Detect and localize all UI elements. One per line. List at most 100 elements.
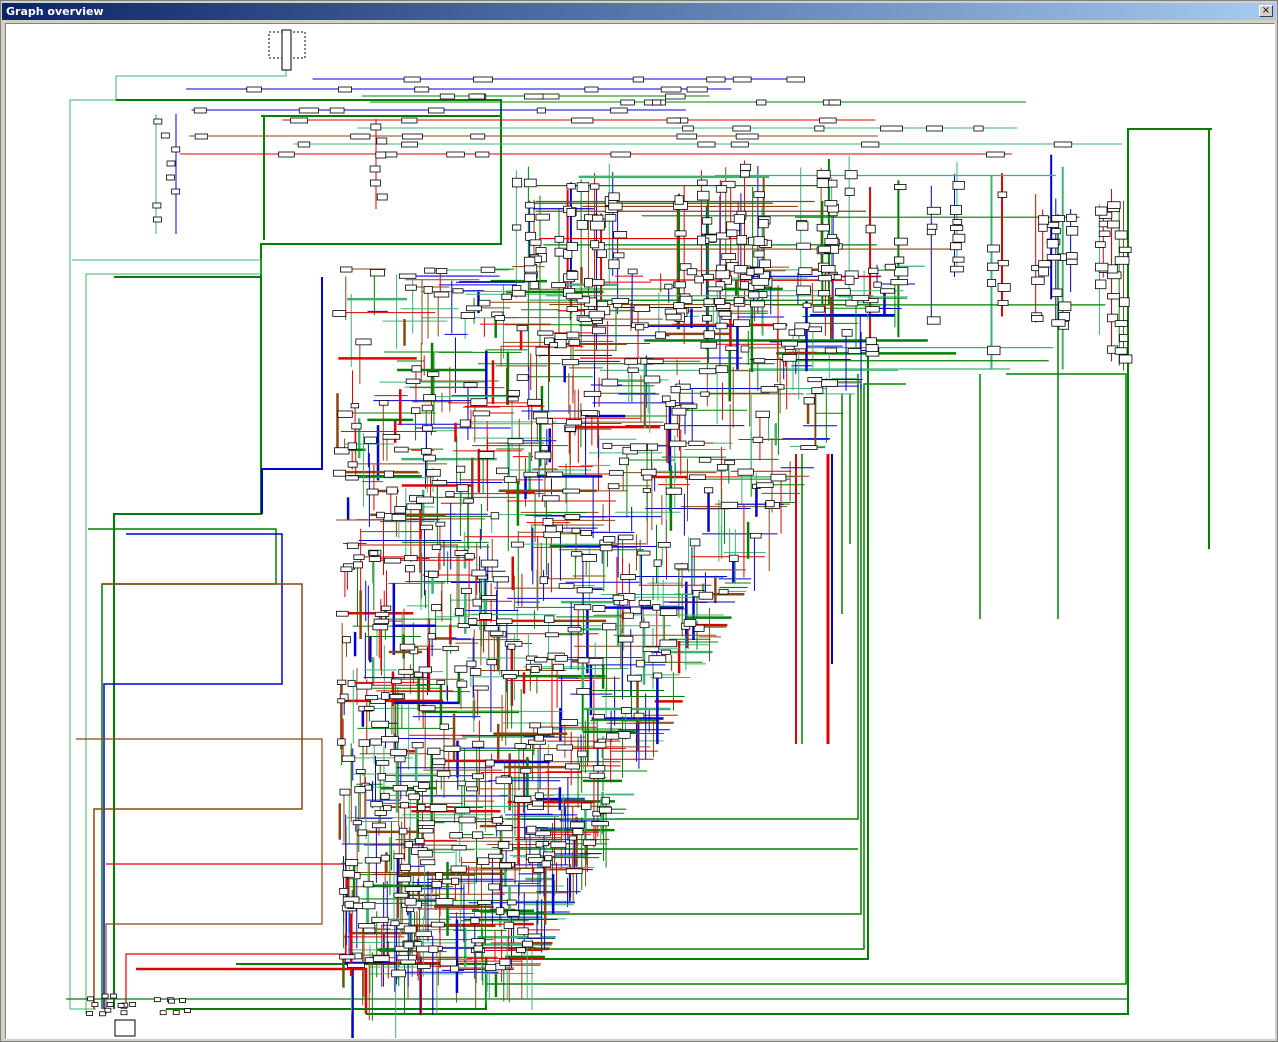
graph-node[interactable] [686,268,698,276]
graph-node[interactable] [525,213,535,222]
graph-node[interactable] [373,618,390,625]
graph-node[interactable] [496,467,509,475]
graph-node[interactable] [665,93,686,100]
graph-node[interactable] [399,643,416,651]
graph-node[interactable] [451,845,467,851]
graph-node[interactable] [355,769,366,774]
graph-node[interactable] [466,660,477,668]
graph-node[interactable] [599,806,612,814]
graph-node[interactable] [535,247,547,255]
graph-node[interactable] [758,219,769,229]
graph-node[interactable] [401,133,423,140]
graph-node[interactable] [460,587,472,594]
graph-node[interactable] [750,300,765,308]
graph-node[interactable] [369,738,382,746]
graph-node[interactable] [554,333,569,340]
exit-node[interactable] [114,1019,136,1037]
graph-node[interactable] [581,554,597,562]
graph-node[interactable] [751,277,770,286]
graph-node[interactable] [630,443,648,452]
graph-node[interactable] [99,1011,106,1017]
graph-node[interactable] [532,800,544,807]
graph-node[interactable] [516,374,529,381]
graph-node[interactable] [608,470,624,476]
graph-node[interactable] [193,107,207,114]
graph-node[interactable] [827,179,838,188]
graph-node[interactable] [460,312,476,319]
graph-node[interactable] [796,221,809,231]
graph-node[interactable] [473,685,489,691]
graph-node[interactable] [714,298,726,305]
graph-node[interactable] [608,202,623,211]
graph-node[interactable] [973,125,984,132]
graph-node[interactable] [1058,301,1072,312]
graph-node[interactable] [733,265,748,274]
graph-node[interactable] [401,141,418,148]
graph-node[interactable] [404,555,418,562]
graph-node[interactable] [422,425,433,432]
graph-node[interactable] [507,389,521,397]
graph-node[interactable] [507,910,520,917]
graph-node[interactable] [952,180,965,190]
graph-node[interactable] [580,529,592,536]
graph-node[interactable] [470,133,486,140]
graph-node[interactable] [564,426,576,432]
graph-node[interactable] [1058,312,1070,321]
graph-node[interactable] [781,340,798,347]
graph-node[interactable] [682,125,694,132]
graph-node[interactable] [1038,223,1048,232]
graph-node[interactable] [817,290,831,297]
graph-node[interactable] [582,839,596,846]
graph-node[interactable] [345,859,359,867]
graph-node[interactable] [429,804,448,812]
graph-node[interactable] [428,570,439,578]
graph-node[interactable] [701,217,713,225]
graph-node[interactable] [403,941,414,949]
graph-node[interactable] [721,253,737,261]
graph-node[interactable] [401,117,418,124]
graph-node[interactable] [814,125,825,132]
graph-node[interactable] [601,796,610,805]
graph-node[interactable] [492,816,503,824]
graph-node[interactable] [639,621,650,629]
graph-node[interactable] [415,838,425,845]
graph-node[interactable] [443,745,461,752]
graph-node[interactable] [576,220,589,230]
graph-node[interactable] [468,93,485,100]
graph-node[interactable] [735,133,759,140]
graph-node[interactable] [537,330,554,336]
graph-node[interactable] [802,302,812,308]
graph-node[interactable] [1066,226,1079,236]
graph-node[interactable] [179,998,186,1003]
graph-node[interactable] [344,900,354,909]
graph-node[interactable] [479,613,492,620]
graph-node[interactable] [357,829,368,837]
graph-node[interactable] [1107,264,1118,274]
graph-node[interactable] [566,331,580,339]
graph-node[interactable] [613,231,628,239]
graph-node[interactable] [753,358,766,364]
graph-node[interactable] [1046,239,1059,249]
graph-node[interactable] [507,396,519,402]
graph-node[interactable] [926,228,936,236]
graph-node[interactable] [1066,252,1078,260]
graph-node[interactable] [686,86,708,93]
graph-node[interactable] [1119,297,1130,307]
graph-node[interactable] [592,605,606,612]
graph-node[interactable] [545,632,559,638]
graph-node[interactable] [394,755,406,763]
graph-node[interactable] [473,76,493,83]
graph-node[interactable] [1114,230,1128,240]
graph-node[interactable] [653,559,662,567]
graph-node[interactable] [339,954,356,960]
graph-node[interactable] [698,591,714,600]
graph-node[interactable] [618,635,634,643]
graph-node[interactable] [520,767,532,774]
graph-node[interactable] [718,310,732,317]
graph-node[interactable] [1107,201,1121,209]
graph-node[interactable] [381,736,399,743]
graph-node[interactable] [554,655,568,662]
graph-node[interactable] [469,668,482,676]
graph-node[interactable] [987,278,997,288]
graph-node[interactable] [638,599,651,606]
